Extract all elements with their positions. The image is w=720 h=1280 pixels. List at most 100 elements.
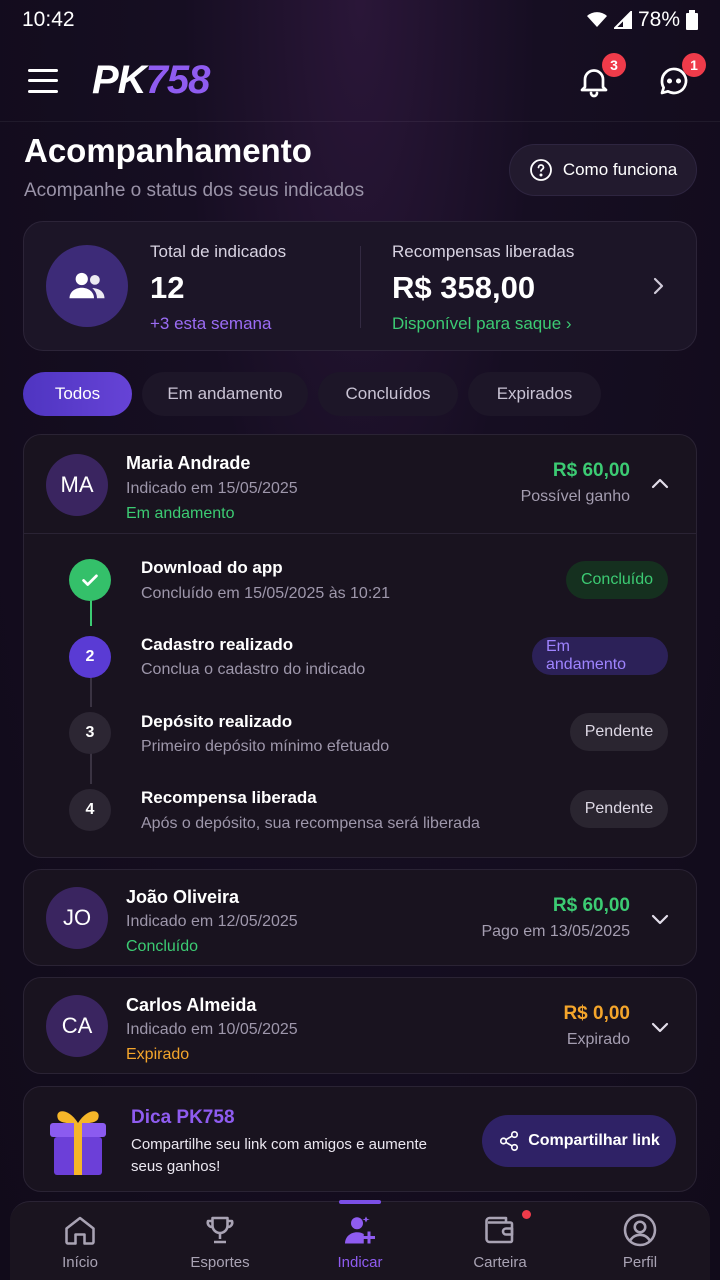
tip-title: Dica PK758 <box>131 1107 235 1128</box>
battery-icon <box>686 10 698 30</box>
chevron-right-icon[interactable] <box>646 274 670 298</box>
step-number: 4 <box>69 789 111 831</box>
referral-date: Indicado em 12/05/2025 <box>126 913 298 930</box>
status-badge: Em andamento <box>532 637 668 675</box>
tab-expired[interactable]: Expirados <box>468 372 601 416</box>
status-badge: Pendente <box>570 713 668 751</box>
add-user-icon <box>345 1216 375 1244</box>
tab-in-progress[interactable]: Em andamento <box>142 372 308 416</box>
referral-note: Pago em 13/05/2025 <box>481 923 630 940</box>
referral-amount: R$ 60,00 <box>552 460 630 481</box>
referral-amount: R$ 60,00 <box>552 895 630 916</box>
total-referrals-value: 12 <box>150 270 185 305</box>
summary-divider <box>360 246 361 328</box>
referral-status: Concluído <box>126 938 199 955</box>
nav-profile[interactable]: Perfil <box>570 1202 710 1280</box>
nav-label: Esportes <box>190 1254 250 1271</box>
step-connector <box>90 751 92 784</box>
avatar: JO <box>46 887 108 949</box>
chevron-up-icon[interactable] <box>648 472 672 496</box>
withdraw-link[interactable]: Disponível para saque › <box>392 314 572 334</box>
nav-wallet[interactable]: Carteira <box>430 1202 570 1280</box>
share-icon <box>500 1131 519 1151</box>
referral-date: Indicado em 15/05/2025 <box>126 480 298 497</box>
referral-date: Indicado em 10/05/2025 <box>126 1021 298 1038</box>
menu-icon[interactable] <box>28 68 58 93</box>
referral-card: MA Maria Andrade Indicado em 15/05/2025 … <box>23 434 697 858</box>
status-icons: 78% <box>586 8 698 32</box>
referral-name: Carlos Almeida <box>126 995 257 1015</box>
step-description: Concluído em 15/05/2025 às 10:21 <box>141 585 391 602</box>
step-description: Conclua o cadastro do indicado <box>141 661 366 678</box>
home-icon <box>65 1216 95 1245</box>
tab-all[interactable]: Todos <box>23 372 132 416</box>
page-title: Acompanhamento <box>24 132 312 169</box>
nav-label: Início <box>62 1254 98 1271</box>
help-icon <box>529 159 552 181</box>
status-time: 10:42 <box>22 8 75 31</box>
logo: PK758 <box>92 58 210 102</box>
notifications-badge: 3 <box>602 52 626 77</box>
step-number: 2 <box>69 636 111 678</box>
referral-name: Maria Andrade <box>126 453 251 473</box>
nav-home[interactable]: Início <box>10 1202 150 1280</box>
nav-refer[interactable]: Indicar <box>290 1200 430 1280</box>
referral-name: João Oliveira <box>126 887 240 907</box>
step-title: Cadastro realizado <box>141 635 294 654</box>
signal-icon <box>613 11 632 29</box>
status-badge: Concluído <box>566 561 668 599</box>
tab-completed[interactable]: Concluídos <box>318 372 458 416</box>
tip-card: Dica PK758 Compartilhe seu link com amig… <box>23 1086 697 1192</box>
check-icon <box>69 559 111 601</box>
step-description: Primeiro depósito mínimo efetuado <box>141 738 390 755</box>
step-title: Depósito realizado <box>141 712 293 731</box>
summary-card: Total de indicados 12 +3 esta semana Rec… <box>23 221 697 351</box>
page-subtitle: Acompanhe o status dos seus indicados <box>24 180 365 201</box>
chevron-down-icon[interactable] <box>648 1015 672 1039</box>
avatar: CA <box>46 995 108 1057</box>
nav-label: Carteira <box>473 1254 527 1271</box>
chevron-down-icon[interactable] <box>648 907 672 931</box>
referral-note: Expirado <box>566 1031 630 1048</box>
share-link-label: Compartilhar link <box>528 1132 660 1149</box>
wifi-icon <box>586 12 607 27</box>
messages-badge: 1 <box>682 52 706 77</box>
filter-tabs: Todos Em andamento Concluídos Expirados <box>23 372 601 416</box>
referral-card[interactable]: JO João Oliveira Indicado em 12/05/2025 … <box>23 869 697 966</box>
notifications-button[interactable]: 3 <box>576 52 626 99</box>
referral-amount: R$ 0,00 <box>563 1003 630 1024</box>
referral-card[interactable]: CA Carlos Almeida Indicado em 10/05/2025… <box>23 977 697 1074</box>
card-divider <box>24 533 696 534</box>
bottom-nav: Início Esportes Indicar Carteira Perfil <box>10 1200 710 1280</box>
status-bar: 10:42 78% <box>0 0 720 40</box>
rewards-value: R$ 358,00 <box>392 270 536 305</box>
rewards-label: Recompensas liberadas <box>392 242 575 261</box>
nav-sports[interactable]: Esportes <box>150 1202 290 1280</box>
step-title: Download do app <box>141 558 283 577</box>
step-title: Recompensa liberada <box>141 788 317 807</box>
referral-status: Expirado <box>126 1046 190 1063</box>
nav-label: Indicar <box>337 1254 383 1271</box>
messages-button[interactable]: 1 <box>656 52 706 99</box>
status-badge: Pendente <box>570 790 668 828</box>
avatar: MA <box>46 454 108 516</box>
step-number: 3 <box>69 712 111 754</box>
how-it-works-button[interactable]: Como funciona <box>509 144 697 196</box>
profile-icon <box>623 1213 657 1247</box>
share-link-button[interactable]: Compartilhar link <box>482 1115 676 1167</box>
total-referrals-label: Total de indicados <box>150 242 287 261</box>
referral-note: Possível ganho <box>520 488 630 505</box>
active-indicator <box>339 1200 381 1204</box>
tip-text: Compartilhe seu link com amigos e aument… <box>131 1136 427 1175</box>
nav-label: Perfil <box>622 1254 658 1271</box>
step-description: Após o depósito, sua recompensa será lib… <box>141 815 480 832</box>
total-referrals-delta: +3 esta semana <box>150 314 272 333</box>
gift-icon <box>50 1111 106 1175</box>
referral-status: Em andamento <box>126 505 235 522</box>
app-header: PK758 3 1 <box>0 40 720 122</box>
battery-percent: 78% <box>637 8 680 31</box>
how-it-works-label: Como funciona <box>562 160 678 179</box>
users-icon <box>46 245 128 327</box>
wallet-notification-dot <box>522 1210 531 1219</box>
step-connector <box>90 675 92 707</box>
